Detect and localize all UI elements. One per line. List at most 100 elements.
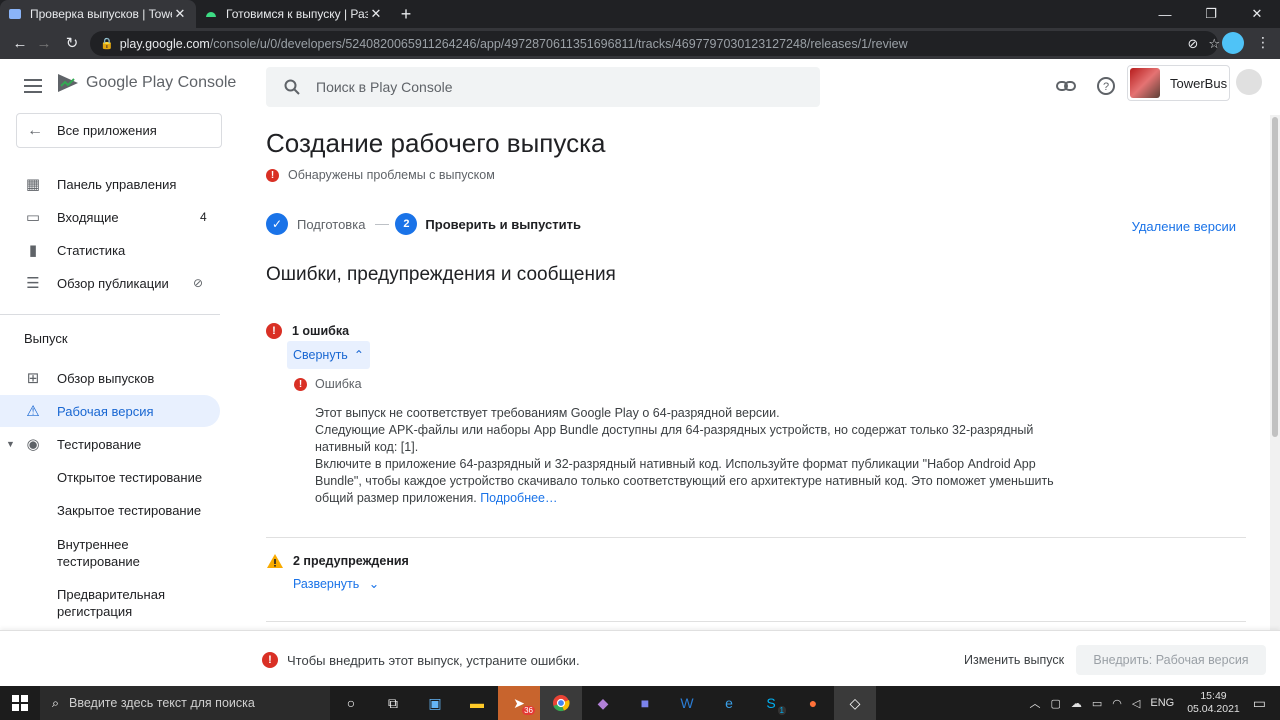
url-bar[interactable]: 🔒 play.google.com /console/u/0/developer… xyxy=(90,31,1218,56)
tray-chevron-icon[interactable]: ︿ xyxy=(1029,695,1040,711)
play-console-logo[interactable]: Google Play Console xyxy=(56,71,236,95)
windows-taskbar: ⌕ Введите здесь текст для поиска ○ ⧉ ▣ ▬… xyxy=(0,686,1280,720)
unity-icon[interactable]: ◇ xyxy=(834,686,876,720)
bookmark-star-icon[interactable]: ☆ xyxy=(1208,36,1220,52)
errors-count: 1 ошибка xyxy=(292,324,350,338)
close-tab-icon[interactable]: ✕ xyxy=(172,6,188,22)
sidebar-item-closed-testing[interactable]: Закрытое тестирование xyxy=(57,502,201,519)
battery-icon[interactable]: ▭ xyxy=(1092,697,1102,710)
step-done-check-icon: ✓ xyxy=(266,213,288,235)
sidebar: ← Все приложения ▦ Панель управления ▭ В… xyxy=(0,113,236,630)
tab-title: Проверка выпусков | TowerBus xyxy=(30,7,172,21)
extension-icon[interactable] xyxy=(1222,32,1244,54)
sidebar-item-label: Рабочая версия xyxy=(57,403,154,419)
search-icon xyxy=(284,79,300,95)
search-input[interactable]: Поиск в Play Console xyxy=(266,67,820,107)
sidebar-section-title: Выпуск xyxy=(24,331,68,346)
telegram-icon[interactable]: ➤ 36 xyxy=(498,686,540,720)
maximize-icon[interactable]: ❐ xyxy=(1188,0,1234,28)
learn-more-link[interactable]: Подробнее… xyxy=(480,491,557,505)
chrome-icon[interactable] xyxy=(540,686,582,720)
firefox-icon[interactable]: ● xyxy=(792,686,834,720)
inbox-count-badge: 4 xyxy=(200,210,207,224)
forward-icon[interactable]: → xyxy=(30,29,58,57)
hamburger-menu-icon[interactable] xyxy=(24,79,42,93)
tab-release-review[interactable]: Проверка выпусков | TowerBus ✕ xyxy=(0,0,196,28)
release-status-text: Обнаружены проблемы с выпуском xyxy=(288,168,495,182)
file-explorer-icon[interactable]: ▬ xyxy=(456,686,498,720)
sidebar-item-production[interactable]: ⚠ Рабочая версия xyxy=(0,395,220,427)
volume-icon[interactable]: ◁ xyxy=(1132,697,1140,710)
keyboard-language[interactable]: ENG xyxy=(1150,697,1174,709)
close-tab-icon[interactable]: ✕ xyxy=(368,6,384,22)
url-host: play.google.com xyxy=(119,36,210,51)
collapse-button[interactable]: Свернуть ⌃ xyxy=(287,341,370,369)
sidebar-item-internal-testing[interactable]: Внутреннее тестирование xyxy=(57,536,167,570)
sidebar-item-label: Обзор выпусков xyxy=(57,370,155,386)
sidebar-item-publishing-overview[interactable]: ☰ Обзор публикации ⊘ xyxy=(0,267,220,299)
error-description: Этот выпуск не соответствует требованиям… xyxy=(315,405,1075,507)
chevron-up-icon: ⌃ xyxy=(353,348,364,362)
app-avatar xyxy=(1130,68,1160,98)
onedrive-icon[interactable]: ☁ xyxy=(1071,697,1082,710)
tracking-off-icon[interactable]: ⊘ xyxy=(1187,36,1198,52)
windows-start-icon[interactable] xyxy=(0,686,40,720)
taskbar-search-placeholder: Введите здесь текст для поиска xyxy=(69,696,255,710)
account-name: TowerBus xyxy=(1170,75,1228,91)
close-window-icon[interactable]: ✕ xyxy=(1234,0,1280,28)
system-tray: ︿ ▢ ☁ ▭ ◠ ◁ ENG 15:49 05.04.2021 ▭ xyxy=(1024,686,1280,720)
errors-summary: ! 1 ошибка xyxy=(266,323,349,339)
step-number: 2 xyxy=(395,213,418,235)
deploy-production-button[interactable]: Внедрить: Рабочая версия xyxy=(1076,645,1266,675)
page-scrollbar[interactable] xyxy=(1270,115,1280,630)
developer-account-switcher[interactable]: TowerBus xyxy=(1127,65,1230,101)
clock-time: 15:49 xyxy=(1200,690,1227,702)
teams-icon[interactable]: ■ xyxy=(624,686,666,720)
search-icon: ⌕ xyxy=(52,695,60,710)
reload-icon[interactable]: ↻ xyxy=(58,29,86,57)
minimize-icon[interactable]: — xyxy=(1142,0,1188,28)
step-prepare[interactable]: Подготовка xyxy=(297,217,365,232)
address-bar-row: ← → ↻ 🔒 play.google.com /console/u/0/dev… xyxy=(0,28,1280,59)
cortana-icon[interactable]: ○ xyxy=(330,686,372,720)
clock[interactable]: 15:49 05.04.2021 xyxy=(1187,690,1240,716)
sidebar-item-releases-overview[interactable]: ⊞ Обзор выпусков xyxy=(0,362,220,394)
sidebar-item-inbox[interactable]: ▭ Входящие 4 xyxy=(0,201,220,233)
sidebar-item-label: Статистика xyxy=(57,242,126,258)
tab-getting-ready[interactable]: Готовимся к выпуску | Разработ ✕ xyxy=(196,0,392,28)
edge-icon[interactable]: e xyxy=(708,686,750,720)
word-icon[interactable]: W xyxy=(666,686,708,720)
chevron-down-icon: ⌄ xyxy=(368,577,380,591)
browser-menu-icon[interactable]: ⋮ xyxy=(1256,34,1270,51)
sidebar-item-open-testing[interactable]: Открытое тестирование xyxy=(57,469,202,486)
sidebar-item-label: Входящие xyxy=(57,209,119,225)
managed-publishing-off-icon: ⊘ xyxy=(193,276,204,290)
all-apps-button[interactable]: ← Все приложения xyxy=(16,113,222,148)
visual-studio-icon[interactable]: ◆ xyxy=(582,686,624,720)
skype-badge: 1 xyxy=(777,706,786,715)
section-divider xyxy=(266,537,1246,538)
tray-app-icon[interactable]: ▢ xyxy=(1050,697,1060,710)
user-avatar[interactable] xyxy=(1236,69,1262,95)
wifi-icon[interactable]: ◠ xyxy=(1112,697,1122,710)
sidebar-item-dashboard[interactable]: ▦ Панель управления xyxy=(0,168,220,200)
delete-version-link[interactable]: Удаление версии xyxy=(1132,219,1236,234)
section-divider xyxy=(266,621,1246,622)
help-icon[interactable]: ? xyxy=(1095,75,1117,97)
sidebar-item-pre-registration[interactable]: Предварительная регистрация xyxy=(57,586,177,620)
sidebar-item-statistics[interactable]: ▮ Статистика xyxy=(0,234,220,266)
vm-app-icon[interactable]: ▣ xyxy=(414,686,456,720)
notifications-icon[interactable]: ▭ xyxy=(1253,695,1266,712)
expand-button[interactable]: Развернуть ⌄ xyxy=(293,576,379,591)
sidebar-item-testing[interactable]: ▼ ◉ Тестирование xyxy=(0,428,220,460)
scrollbar-thumb[interactable] xyxy=(1272,117,1278,437)
link-icon[interactable] xyxy=(1055,75,1077,97)
taskbar-search-input[interactable]: ⌕ Введите здесь текст для поиска xyxy=(40,686,330,720)
change-release-button[interactable]: Изменить выпуск xyxy=(964,653,1064,667)
svg-text:?: ? xyxy=(1103,81,1109,93)
task-view-icon[interactable]: ⧉ xyxy=(372,686,414,720)
error-icon: ! xyxy=(294,377,307,391)
new-tab-button[interactable]: + xyxy=(392,0,420,28)
release-stepper: ✓ Подготовка 2 Проверить и выпустить xyxy=(266,213,581,235)
skype-icon[interactable]: S 1 xyxy=(750,686,792,720)
